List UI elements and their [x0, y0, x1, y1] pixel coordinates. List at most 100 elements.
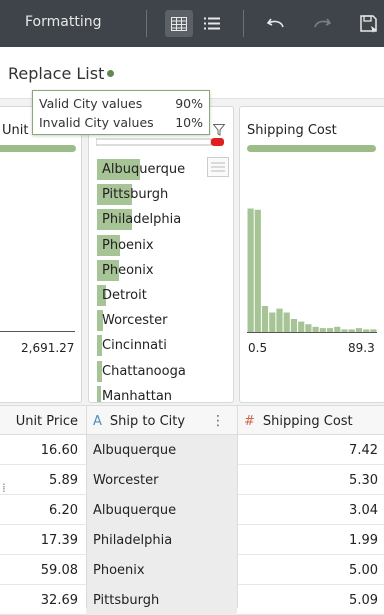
list-view-icon	[204, 17, 220, 30]
city-value-label: Chattanooga	[102, 363, 186, 379]
tooltip-row-invalid: Invalid City values 10%	[39, 113, 203, 132]
city-value-label: Albuquerque	[102, 162, 186, 178]
histogram-bar	[261, 306, 269, 332]
profile-area: Unit Pr 2,691.27 Albuquerque Pittsburgh Ph…	[0, 90, 384, 405]
cell-ship-to-city[interactable]: Albuquerque	[86, 495, 237, 525]
axis-line	[247, 332, 377, 333]
cell-shipping-cost[interactable]: 7.42	[237, 435, 384, 465]
quality-bar	[0, 145, 76, 152]
shipping-cost-profile-card[interactable]: Shipping Cost 0.5 89.3	[239, 106, 384, 403]
valid-segment	[96, 138, 212, 146]
cell-unit-price[interactable]: 16.60	[0, 435, 86, 465]
city-value-item[interactable]: Manhattan	[97, 384, 227, 403]
grid-header: Unit Price A Ship to City ⋮ # Shipping C…	[0, 405, 384, 435]
cell-unit-price[interactable]: 6.20	[0, 495, 86, 525]
row-drag-handle-icon[interactable]: ⁞	[2, 482, 6, 494]
column-header-shipping-cost[interactable]: # Shipping Cost	[237, 406, 384, 436]
cell-shipping-cost[interactable]: 5.09	[237, 585, 384, 615]
city-values-list: Albuquerque Pittsburgh Philadelphia Phoenix…	[97, 157, 227, 403]
card-title: Shipping Cost	[247, 123, 337, 138]
histogram-bar	[276, 308, 283, 332]
tooltip-value: 90%	[175, 96, 203, 111]
column-divider	[237, 405, 238, 608]
column-header-ship-to-city[interactable]: A Ship to City ⋮	[86, 406, 237, 436]
histogram-bar	[254, 209, 261, 332]
table-row[interactable]: 32.69 Pittsburgh 5.09	[0, 585, 384, 615]
tooltip-value: 10%	[175, 115, 203, 130]
table-row[interactable]: 59.08 Phoenix 5.00	[0, 555, 384, 585]
table-row[interactable]: 6.20 Albuquerque 3.04	[0, 495, 384, 525]
table-row[interactable]: 17.39 Philadelphia 1.99	[0, 525, 384, 555]
city-value-label: Manhattan	[102, 388, 173, 403]
cell-shipping-cost[interactable]: 5.30	[237, 465, 384, 495]
column-divider	[86, 405, 87, 608]
cell-unit-price[interactable]: 32.69	[0, 585, 86, 615]
city-value-label: Phoenix	[102, 237, 154, 253]
unit-price-profile-card[interactable]: Unit Pr 2,691.27	[0, 106, 82, 403]
cell-ship-to-city[interactable]: Pittsburgh	[86, 585, 237, 615]
number-type-icon: #	[244, 413, 255, 429]
save-button[interactable]	[354, 10, 384, 37]
invalid-segment	[211, 138, 224, 146]
tooltip-row-valid: Valid City values 90%	[39, 94, 203, 113]
column-header-unit-price[interactable]: Unit Price	[0, 406, 86, 436]
redo-icon	[314, 18, 331, 27]
cell-shipping-cost[interactable]: 1.99	[237, 525, 384, 555]
cell-ship-to-city[interactable]: Phoenix	[86, 555, 237, 585]
save-icon	[360, 14, 377, 33]
histogram-bar	[269, 312, 276, 332]
filter-icon[interactable]	[213, 124, 225, 136]
table-view-button[interactable]	[165, 10, 193, 37]
city-profile-card[interactable]: Albuquerque Pittsburgh Philadelphia Phoenix…	[88, 106, 234, 403]
column-header-label: Unit Price	[15, 413, 78, 429]
histogram-bar	[290, 319, 297, 332]
city-value-item[interactable]: Cincinnati	[97, 333, 227, 358]
axis-min-label: 0.5	[248, 341, 268, 355]
toolbar-separator	[243, 10, 244, 37]
table-view-icon	[171, 16, 187, 31]
table-row[interactable]: 16.60 Albuquerque 7.42	[0, 435, 384, 465]
city-value-item[interactable]: Philadelphia	[97, 207, 227, 232]
column-header-label: Shipping Cost	[262, 413, 353, 429]
city-value-label: Detroit	[102, 288, 147, 304]
shipping-cost-histogram	[247, 208, 377, 332]
city-value-item[interactable]: Worcester	[97, 308, 227, 333]
city-value-item[interactable]: Detroit	[97, 283, 227, 308]
quality-tooltip: Valid City values 90% Invalid City value…	[32, 90, 210, 135]
cell-unit-price[interactable]: 59.08	[0, 555, 86, 585]
city-value-label: Worcester	[102, 313, 168, 329]
axis-line	[0, 331, 75, 332]
city-value-item[interactable]: Chattanooga	[97, 359, 227, 384]
undo-icon	[267, 18, 284, 27]
text-type-icon: A	[93, 413, 102, 429]
cell-unit-price[interactable]: 5.89	[0, 465, 86, 495]
cell-ship-to-city[interactable]: Worcester	[86, 465, 237, 495]
table-row[interactable]: 5.89 Worcester 5.30	[0, 465, 384, 495]
city-value-label: Philadelphia	[102, 212, 182, 228]
list-view-button[interactable]	[198, 10, 226, 37]
axis-max-label: 2,691.27	[21, 341, 75, 355]
quality-bar	[247, 145, 376, 152]
redo-button[interactable]	[308, 10, 336, 37]
formatting-button[interactable]: Formatting	[25, 14, 101, 30]
city-value-label: Cincinnati	[102, 338, 167, 354]
toolbar-separator	[146, 10, 147, 37]
undo-button[interactable]	[262, 10, 290, 37]
cell-ship-to-city[interactable]: Albuquerque	[86, 435, 237, 465]
column-header-label: Ship to City	[109, 413, 186, 429]
toolbar: Formatting	[0, 0, 384, 47]
cell-shipping-cost[interactable]: 5.00	[237, 555, 384, 585]
city-value-item[interactable]: Albuquerque	[97, 157, 227, 182]
city-value-item[interactable]: Pheonix	[97, 258, 227, 283]
histogram-bar	[283, 312, 290, 332]
cell-unit-price[interactable]: 17.39	[0, 525, 86, 555]
cell-shipping-cost[interactable]: 3.04	[237, 495, 384, 525]
cell-ship-to-city[interactable]: Philadelphia	[86, 525, 237, 555]
city-value-item[interactable]: Phoenix	[97, 233, 227, 258]
city-value-item[interactable]: Pittsburgh	[97, 182, 227, 207]
tooltip-label: Valid City values	[39, 96, 143, 111]
histogram-bar	[305, 324, 312, 332]
column-menu-icon[interactable]: ⋮	[211, 413, 225, 429]
histogram-bar	[298, 321, 305, 332]
page-title: Replace List	[8, 64, 105, 83]
